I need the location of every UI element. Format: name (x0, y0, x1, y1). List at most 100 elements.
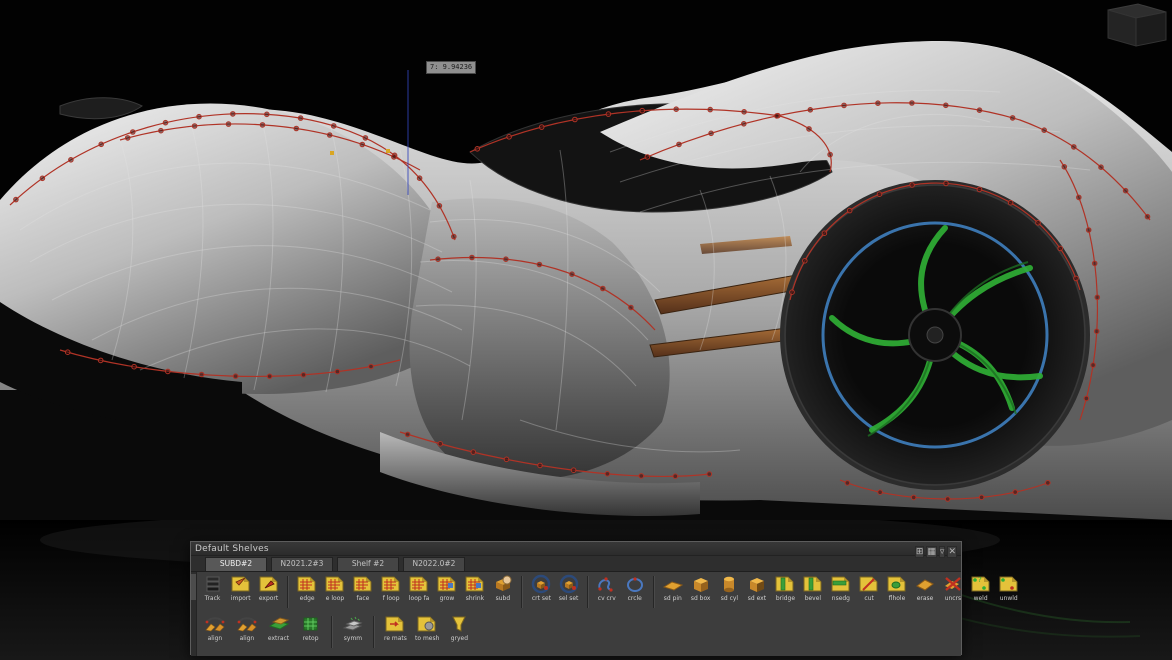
tool-track[interactable]: Track (200, 574, 226, 602)
control-vertex[interactable] (504, 257, 509, 262)
control-vertex[interactable] (1095, 295, 1100, 300)
tool-retop[interactable]: retop (296, 614, 326, 642)
control-vertex[interactable] (294, 126, 299, 131)
control-vertex[interactable] (803, 259, 808, 264)
control-vertex[interactable] (507, 135, 512, 140)
control-vertex[interactable] (417, 176, 422, 181)
control-vertex[interactable] (226, 122, 231, 127)
tool-re-mats[interactable]: re mats (380, 614, 410, 642)
control-vertex[interactable] (335, 369, 340, 374)
tool-grow[interactable]: grow (434, 574, 460, 602)
tool-align[interactable]: align (232, 614, 262, 642)
tool-weld[interactable]: ?weld (968, 574, 994, 602)
control-vertex[interactable] (98, 358, 103, 363)
control-vertex[interactable] (945, 497, 950, 502)
tool-gryed[interactable]: gryed (444, 614, 474, 642)
control-vertex[interactable] (265, 112, 270, 117)
control-vertex[interactable] (944, 103, 949, 108)
control-vertex[interactable] (539, 125, 544, 130)
tool-crt-set[interactable]: crt set (528, 574, 554, 602)
control-vertex[interactable] (605, 472, 610, 477)
control-vertex[interactable] (845, 481, 850, 486)
control-vertex[interactable] (775, 114, 780, 119)
control-vertex[interactable] (790, 290, 795, 295)
tool-flhole[interactable]: flhole (884, 574, 910, 602)
tool-align[interactable]: align (200, 614, 230, 642)
control-vertex[interactable] (405, 432, 410, 437)
control-vertex[interactable] (645, 155, 650, 160)
control-vertex[interactable] (842, 103, 847, 108)
control-vertex[interactable] (159, 128, 164, 133)
control-vertex[interactable] (260, 123, 265, 128)
control-vertex[interactable] (709, 131, 714, 136)
control-vertex[interactable] (192, 124, 197, 129)
control-vertex[interactable] (1042, 128, 1047, 133)
control-vertex[interactable] (1072, 145, 1077, 150)
control-vertex[interactable] (828, 152, 833, 157)
tool-sel-set[interactable]: sel set (556, 574, 582, 602)
control-vertex[interactable] (878, 490, 883, 495)
tool-loop-fa[interactable]: loop fa (406, 574, 432, 602)
close-icon[interactable]: ✕ (947, 546, 957, 558)
control-vertex[interactable] (877, 192, 882, 197)
control-vertex[interactable] (977, 108, 982, 113)
control-vertex[interactable] (231, 112, 236, 117)
tool-to-mesh[interactable]: to mesh (412, 614, 442, 642)
control-vertex[interactable] (707, 472, 712, 477)
control-vertex[interactable] (475, 147, 480, 152)
control-vertex[interactable] (392, 155, 397, 160)
tool-unwld[interactable]: unwld (996, 574, 1022, 602)
tool-extract[interactable]: extract (264, 614, 294, 642)
control-vertex[interactable] (807, 127, 812, 132)
control-vertex[interactable] (944, 181, 949, 186)
control-vertex[interactable] (640, 108, 645, 113)
tool-sd-pin[interactable]: sd pin (660, 574, 686, 602)
tool-symm[interactable]: symm (338, 614, 368, 642)
control-vertex[interactable] (1086, 228, 1091, 233)
control-vertex[interactable] (808, 108, 813, 113)
control-vertex[interactable] (601, 286, 606, 291)
control-vertex[interactable] (436, 257, 441, 262)
tool-export[interactable]: export (256, 574, 282, 602)
control-vertex[interactable] (233, 374, 238, 379)
tool-nsedg[interactable]: nsedg (828, 574, 854, 602)
tool-erase[interactable]: erase (912, 574, 938, 602)
control-vertex[interactable] (708, 107, 713, 112)
tool-crcle[interactable]: crcle (622, 574, 648, 602)
control-vertex[interactable] (452, 234, 457, 239)
tab-n2021-2-3[interactable]: N2021.2#3 (271, 557, 333, 571)
control-vertex[interactable] (438, 442, 443, 447)
tool-uncrs[interactable]: uncrs (940, 574, 966, 602)
control-vertex[interactable] (131, 130, 136, 135)
control-vertex[interactable] (1036, 221, 1041, 226)
control-vertex[interactable] (199, 372, 204, 377)
control-vertex[interactable] (537, 262, 542, 267)
control-vertex[interactable] (673, 474, 678, 479)
control-vertex[interactable] (470, 255, 475, 260)
tab-n2022-0-2[interactable]: N2022.0#2 (403, 557, 465, 571)
control-vertex[interactable] (1094, 329, 1099, 334)
control-vertex[interactable] (538, 463, 543, 468)
control-vertex[interactable] (69, 158, 74, 163)
control-vertex[interactable] (1008, 200, 1013, 205)
grid-icon[interactable]: ▦ (926, 546, 937, 558)
control-vertex[interactable] (977, 187, 982, 192)
tab-shelf-2[interactable]: Shelf #2 (337, 557, 399, 571)
control-vertex[interactable] (571, 468, 576, 473)
control-vertex[interactable] (822, 231, 827, 236)
shelf-titlebar[interactable]: Default Shelves ⊞▦▿✕ (191, 542, 961, 556)
car-model[interactable] (0, 41, 1172, 520)
control-vertex[interactable] (99, 142, 104, 147)
control-vertex[interactable] (163, 120, 168, 125)
control-vertex[interactable] (742, 110, 747, 115)
control-vertex[interactable] (677, 142, 682, 147)
tool-face[interactable]: face (350, 574, 376, 602)
tool-subd[interactable]: subd (490, 574, 516, 602)
shelf-scrollbar-handle[interactable] (191, 574, 196, 600)
control-vertex[interactable] (504, 457, 509, 462)
control-vertex[interactable] (1099, 165, 1104, 170)
control-vertex[interactable] (166, 369, 171, 374)
tab-subd-2[interactable]: SUBD#2 (205, 557, 267, 571)
control-vertex[interactable] (1145, 214, 1150, 219)
control-vertex[interactable] (65, 350, 70, 355)
